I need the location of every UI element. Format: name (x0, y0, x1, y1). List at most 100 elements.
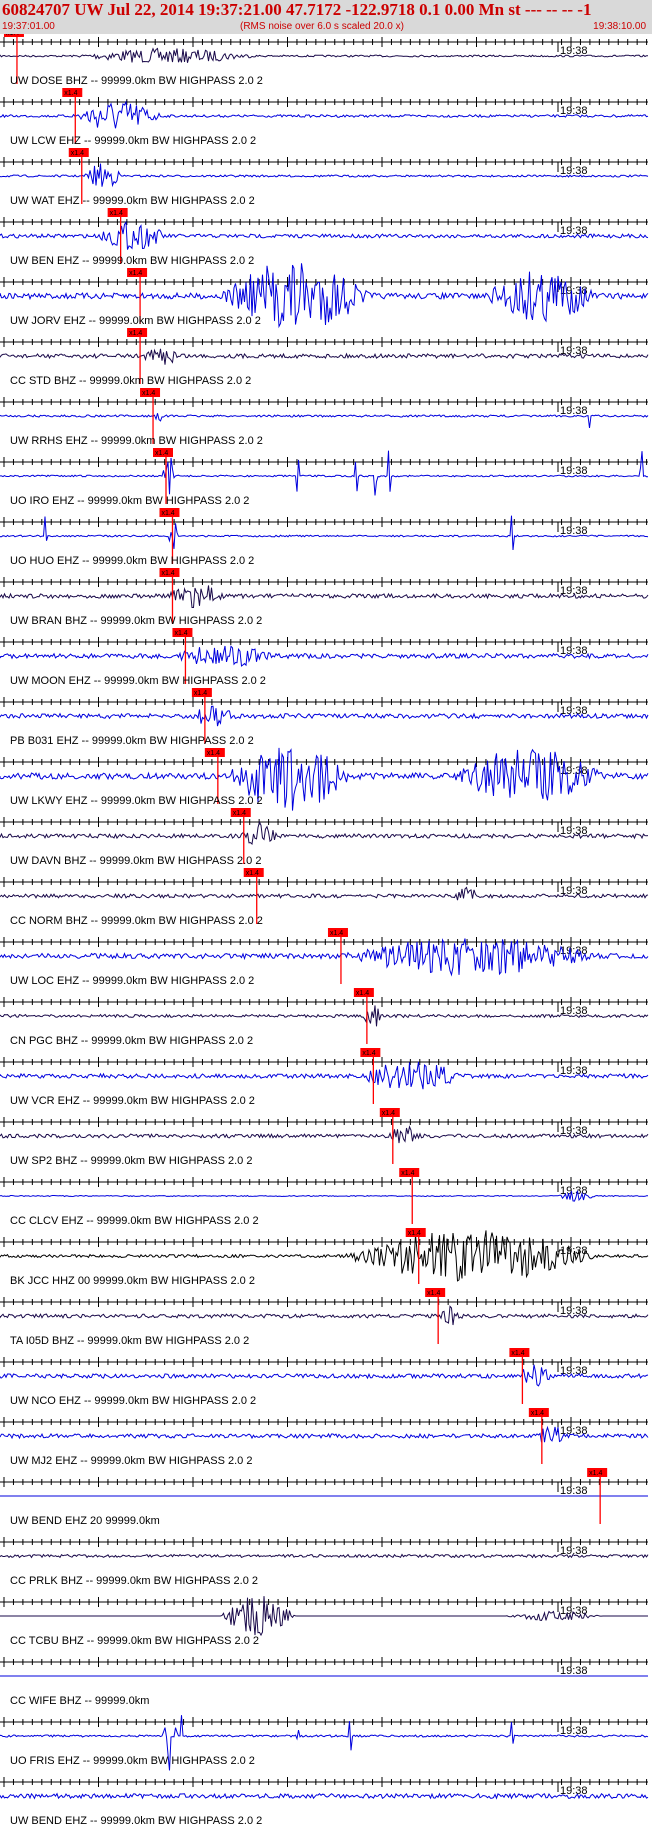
station-label: CN PGC BHZ -- 99999.0km BW HIGHPASS 2.0 … (10, 1035, 253, 1047)
station-label: UW JORV EHZ -- 99999.0km BW HIGHPASS 2.0… (10, 315, 261, 327)
trace-row: 19:38 UO FRIS EHZ -- 99999.0km BW HIGHPAS… (0, 1715, 649, 1771)
pick-label: x1.4 (194, 690, 207, 697)
station-label: UW LOC EHZ -- 99999.0km BW HIGHPASS 2.0 … (10, 975, 254, 987)
waveform (0, 1553, 649, 1559)
station-label: CC NORM BHZ -- 99999.0km BW HIGHPASS 2.0… (10, 915, 263, 927)
trace-row: 19:38x1.4UW DAVN BHZ -- 99999.0km BW HIG… (0, 808, 649, 867)
trace-row: 19:38x1.4UW DOSE BHZ -- 99999.0km BW HIG… (0, 34, 649, 87)
trace-row: 19:38x1.4UW JORV EHZ -- 99999.0km BW HIG… (0, 263, 649, 329)
waveform (0, 348, 649, 365)
station-label: UW MOON EHZ -- 99999.0km BW HIGHPASS 2.0… (10, 675, 266, 687)
waveform (0, 1792, 649, 1800)
station-label: UW SP2 BHZ -- 99999.0km BW HIGHPASS 2.0 … (10, 1155, 252, 1167)
station-label: UW BEND EHZ -- 99999.0km BW HIGHPASS 2.0… (10, 1815, 262, 1827)
waveform (0, 1005, 649, 1027)
waveform (0, 1425, 649, 1443)
station-label: BK JCC HHZ 00 99999.0km BW HIGHPASS 2.0 … (10, 1275, 255, 1287)
trace-row: 19:38 x1.4 UW RRHS EHZ -- 99999.0km BW HIG… (0, 388, 649, 447)
minute-label: 19:38 (560, 945, 588, 957)
station-label: UW LCW EHZ -- 99999.0km BW HIGHPASS 2.0 … (10, 135, 256, 147)
pick-label: x1.4 (142, 390, 155, 397)
pick-label: x1.4 (155, 450, 168, 457)
trace-row: 19:38x1.4UW LKWY EHZ -- 99999.0km BW HIG… (0, 747, 649, 811)
waveform (0, 705, 649, 727)
trace-row: 19:38x1.4UW BRAN BHZ -- 99999.0km BW HIG… (0, 568, 649, 627)
waveform (0, 938, 649, 977)
trace-row: 19:38CC PRLK BHZ -- 99999.0km BW HIGHPAS… (0, 1537, 649, 1587)
pick-label: x1.4 (64, 90, 77, 97)
station-label: UW WAT EHZ -- 99999.0km BW HIGHPASS 2.0 … (10, 195, 255, 207)
waveform (0, 413, 649, 429)
station-label: UW MJ2 EHZ -- 99999.0km BW HIGHPASS 2.0 … (10, 1455, 252, 1467)
station-label: CC WIFE BHZ -- 99999.0km (10, 1695, 149, 1707)
trace-row: 19:38 CC TCBU BHZ -- 99999.0km BW HIGHPAS… (0, 1596, 648, 1647)
station-label: UO FRIS EHZ -- 99999.0km BW HIGHPASS 2.0… (10, 1755, 255, 1767)
pick-label: x1.4 (129, 330, 142, 337)
station-label: UW RRHS EHZ -- 99999.0km BW HIGHPASS 2.0… (10, 435, 263, 447)
trace-row: 19:38x1.4CC STD BHZ -- 99999.0km BW HIGH… (0, 328, 649, 387)
pick-label: x1.4 (161, 570, 174, 577)
end-time-label: 19:38:10.00 (593, 21, 646, 32)
trace-row: 19:38 x1.4 CC NORM BHZ -- 99999.0km BW HIG… (0, 868, 649, 927)
event-title: 60824707 UW Jul 22, 2014 19:37:21.00 47.… (2, 0, 592, 19)
trace-row: 19:38x1.4PB B031 EHZ -- 99999.0km BW HIG… (0, 688, 649, 747)
waveform (0, 1305, 649, 1326)
time-range-bar: 19:37:01.00 (RMS noise over 6.0 s scaled… (0, 20, 652, 34)
plot-header: 60824707 UW Jul 22, 2014 19:37:21.00 47.… (0, 0, 652, 34)
start-time-label: 19:37:01.00 (2, 21, 55, 32)
pick-label: x1.4 (356, 990, 369, 997)
waveform (0, 100, 649, 129)
minute-label: 19:38 (560, 1485, 588, 1497)
trace-row: 19:38x1.4UW WAT EHZ -- 99999.0km BW HIGH… (0, 148, 649, 207)
station-label: UW DOSE BHZ -- 99999.0km BW HIGHPASS 2.0… (10, 75, 263, 87)
station-label: PB B031 EHZ -- 99999.0km BW HIGHPASS 2.0… (10, 735, 254, 747)
station-label: UW NCO EHZ -- 99999.0km BW HIGHPASS 2.0 … (10, 1395, 256, 1407)
waveform (0, 1230, 649, 1282)
minute-label: 19:38 (560, 1365, 588, 1377)
minute-label: 19:38 (560, 1605, 588, 1617)
trace-row: 19:38 x1.4 UW BEND EHZ 20 99999.0km (0, 1468, 648, 1527)
pick-label: x1.4 (401, 1170, 414, 1177)
pick-label: x1.4 (129, 270, 142, 277)
station-label: UW VCR EHZ -- 99999.0km BW HIGHPASS 2.0 … (10, 1095, 255, 1107)
waveform (0, 585, 649, 608)
pick-label: x1.4 (511, 1350, 524, 1357)
seismogram-panel: 19:38 x1.4 UW DOSE BHZ -- 99999.0km BW HIG… (0, 34, 649, 1827)
pick-label: x1.4 (161, 510, 174, 517)
pick-label: x1.4 (174, 630, 187, 637)
waveform (0, 1364, 649, 1387)
station-label: CC CLCV EHZ -- 99999.0km BW HIGHPASS 2.0… (10, 1215, 259, 1227)
station-label: UW BRAN BHZ -- 99999.0km BW HIGHPASS 2.0… (10, 615, 262, 627)
pick-label: x1.4 (6, 34, 19, 37)
trace-row: 19:38x1.4UW SP2 BHZ -- 99999.0km BW HIGH… (0, 1108, 649, 1167)
pick-label: x1.4 (71, 150, 84, 157)
trace-row: 19:38x1.4UW VCR EHZ -- 99999.0km BW HIGH… (0, 1048, 649, 1107)
waveform (0, 1125, 649, 1144)
station-label: UW DAVN BHZ -- 99999.0km BW HIGHPASS 2.0… (10, 855, 261, 867)
station-label: CC TCBU BHZ -- 99999.0km BW HIGHPASS 2.0… (10, 1635, 259, 1647)
minute-label: 19:38 (560, 1665, 588, 1677)
waveform (0, 1061, 649, 1090)
station-label: UW BEND EHZ 20 99999.0km (10, 1515, 160, 1527)
station-label: CC STD BHZ -- 99999.0km BW HIGHPASS 2.0 … (10, 375, 251, 387)
pick-label: x1.4 (531, 1410, 544, 1417)
station-label: UW LKWY EHZ -- 99999.0km BW HIGHPASS 2.0… (10, 795, 263, 807)
minute-label: 19:38 (560, 645, 588, 657)
pick-label: x1.4 (246, 870, 259, 877)
minute-label: 19:38 (560, 1305, 588, 1317)
trace-row: 19:38x1.4UO HUO EHZ -- 99999.0km BW HIGH… (0, 508, 649, 567)
waveform (0, 220, 649, 250)
minute-label: 19:38 (560, 885, 588, 897)
pick-label: x1.4 (233, 810, 246, 817)
trace-row: 19:38UW BEND EHZ -- 99999.0km BW HIGHPAS… (0, 1777, 649, 1827)
station-label: UW BEN EHZ -- 99999.0km BW HIGHPASS 2.0 … (10, 255, 254, 267)
rms-scaling-note: (RMS noise over 6.0 s scaled 20.0 x) (240, 21, 404, 32)
minute-label: 19:38 (560, 1725, 588, 1737)
waveform (0, 645, 649, 667)
station-label: TA I05D BHZ -- 99999.0km BW HIGHPASS 2.0… (10, 1335, 249, 1347)
waveform (0, 886, 649, 901)
waveform (0, 820, 649, 846)
waveform (0, 450, 649, 496)
trace-row: 19:38x1.4UW LCW EHZ -- 99999.0km BW HIGH… (0, 88, 649, 147)
waveform (0, 47, 649, 63)
